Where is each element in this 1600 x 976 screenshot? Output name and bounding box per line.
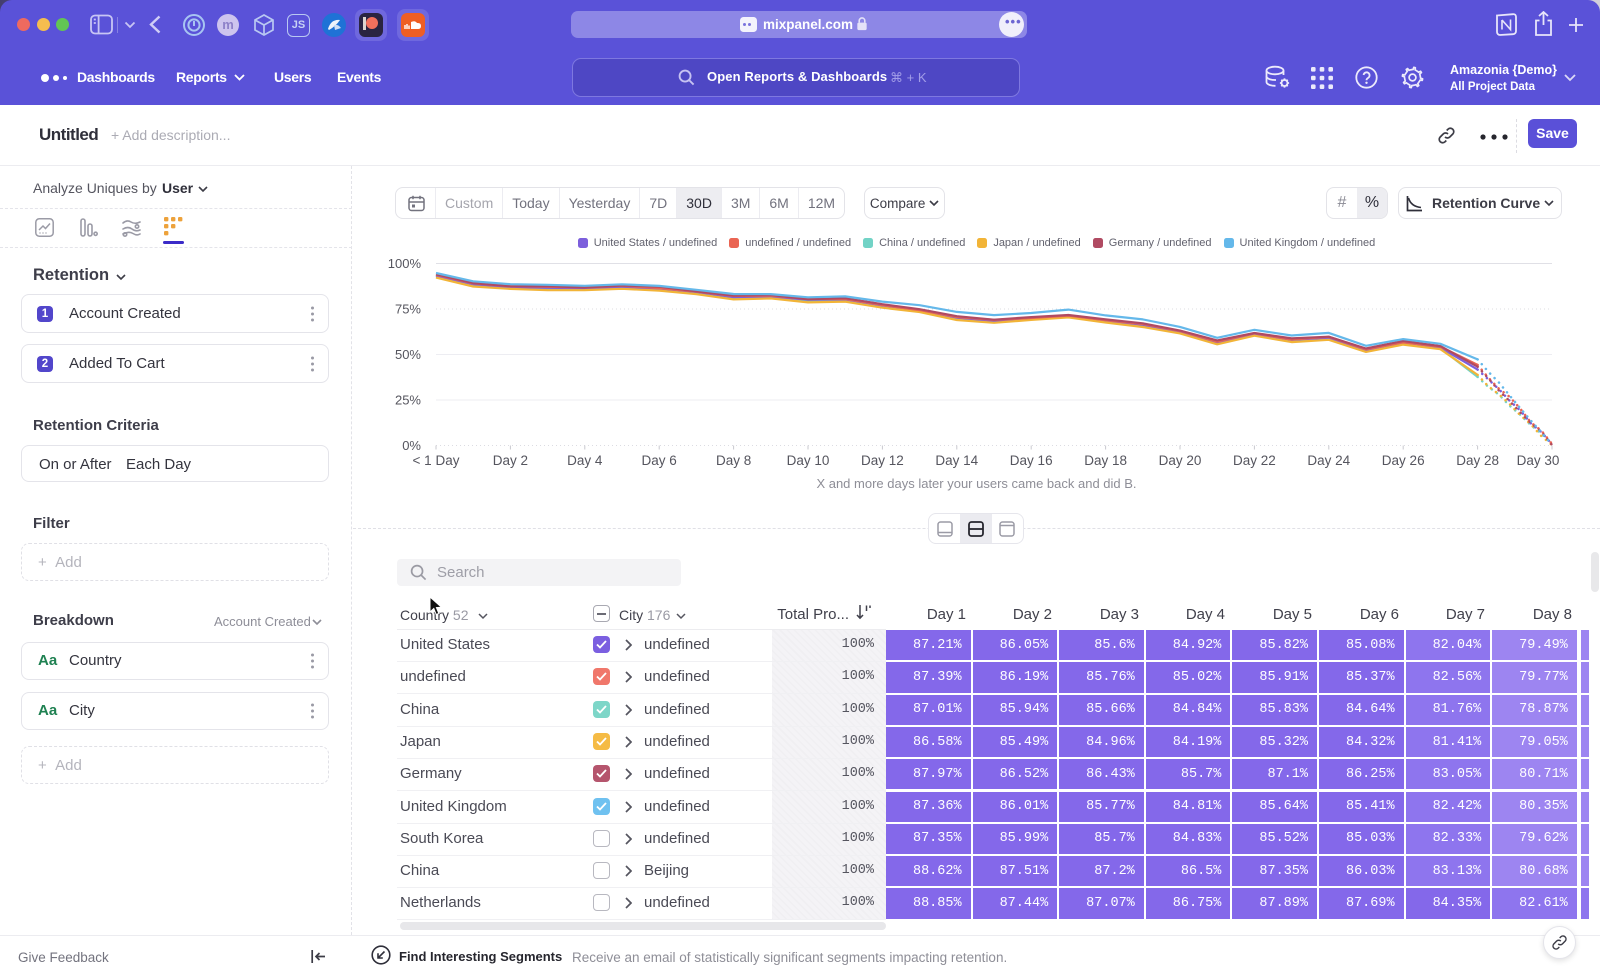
svg-text:Day 28: Day 28 [1456, 453, 1499, 468]
svg-text:Day 20: Day 20 [1159, 453, 1202, 468]
svg-text:Day 10: Day 10 [787, 453, 830, 468]
svg-text:Day 6: Day 6 [642, 453, 677, 468]
svg-text:100%: 100% [388, 256, 422, 271]
svg-text:Day 22: Day 22 [1233, 453, 1276, 468]
svg-text:25%: 25% [395, 393, 421, 408]
svg-text:0%: 0% [402, 438, 421, 453]
svg-text:50%: 50% [395, 347, 421, 362]
svg-text:Day 16: Day 16 [1010, 453, 1053, 468]
svg-text:Day 4: Day 4 [567, 453, 603, 468]
svg-text:Day 12: Day 12 [861, 453, 904, 468]
svg-text:Day 30: Day 30 [1517, 453, 1560, 468]
svg-text:Day 18: Day 18 [1084, 453, 1127, 468]
svg-text:Day 26: Day 26 [1382, 453, 1425, 468]
svg-text:< 1 Day: < 1 Day [413, 453, 460, 468]
svg-text:Day 2: Day 2 [493, 453, 528, 468]
svg-text:75%: 75% [395, 302, 421, 317]
svg-text:Day 24: Day 24 [1307, 453, 1350, 468]
svg-text:Day 14: Day 14 [935, 453, 978, 468]
svg-text:Day 8: Day 8 [716, 453, 751, 468]
